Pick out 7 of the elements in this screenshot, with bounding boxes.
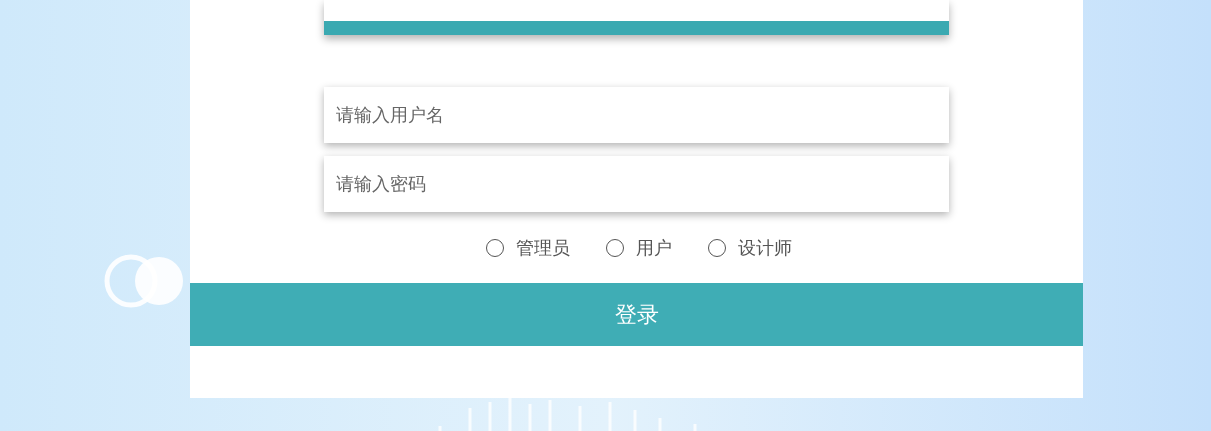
role-label: 用户 <box>635 236 672 260</box>
circles-icon <box>104 254 186 308</box>
text-field[interactable]: 请输入用户名 <box>324 87 949 143</box>
login-button[interactable]: 登录 <box>190 283 1083 346</box>
role-label: 设计师 <box>737 236 792 260</box>
text-field[interactable]: 请输入密码 <box>324 156 949 212</box>
role-label: 管理员 <box>515 236 570 260</box>
